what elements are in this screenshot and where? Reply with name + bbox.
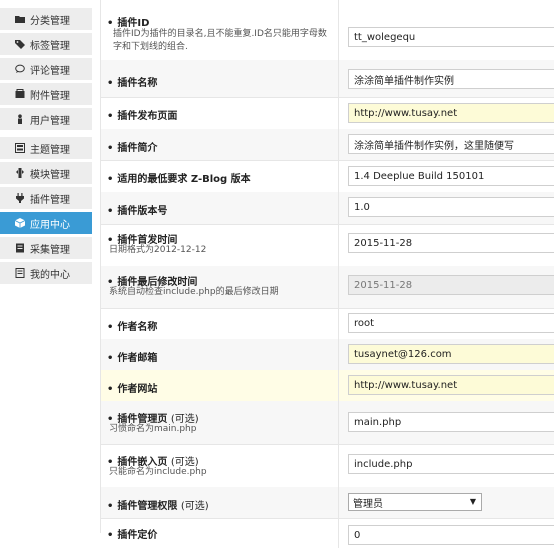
attachment-icon bbox=[14, 88, 26, 100]
permission-select[interactable]: 管理员 ▼ bbox=[348, 493, 482, 511]
version-input[interactable]: 1.0 bbox=[348, 197, 554, 217]
sidebar-item-label: 主题管理 bbox=[30, 144, 70, 156]
sidebar-item-collect[interactable]: 采集管理 bbox=[0, 237, 92, 259]
sidebar-item-attachments[interactable]: 附件管理 bbox=[0, 83, 92, 105]
sidebar-item-app-center[interactable]: 应用中心 bbox=[0, 212, 92, 234]
optional-tag: (可选) bbox=[180, 501, 209, 512]
sidebar-item-themes[interactable]: 主题管理 bbox=[0, 137, 92, 159]
row-priority: • 插件定价 0 bbox=[101, 518, 554, 548]
theme-icon bbox=[14, 142, 26, 154]
sidebar-item-tags[interactable]: 标签管理 bbox=[0, 33, 92, 55]
first-release-input[interactable]: 2015-11-28 bbox=[348, 233, 554, 253]
author-name-input[interactable]: root bbox=[348, 313, 554, 333]
row-plugin-name: • 插件名称 涂涂简单插件制作实例 bbox=[101, 60, 554, 98]
sidebar-item-label: 模块管理 bbox=[30, 169, 70, 181]
label-version: 插件版本号 bbox=[117, 206, 168, 217]
sidebar-item-plugins[interactable]: 插件管理 bbox=[0, 187, 92, 209]
sidebar-item-label: 标签管理 bbox=[30, 40, 70, 52]
sidebar-item-category[interactable]: 分类管理 bbox=[0, 8, 92, 30]
row-embed-page: • 插件嵌入页 (可选) 只能命名为include.php include.php bbox=[101, 444, 554, 488]
intro-input[interactable]: 涂涂简单插件制作实例，这里随便写 bbox=[348, 134, 554, 154]
row-last-modified: • 插件最后修改时间 系统自动检查include.php的最后修改日期 2015-… bbox=[101, 266, 554, 309]
label-publish-page: 插件发布页面 bbox=[117, 111, 178, 122]
label-author-name: 作者名称 bbox=[117, 322, 158, 333]
label-priority: 插件定价 bbox=[117, 530, 158, 541]
sidebar-item-label: 用户管理 bbox=[30, 115, 70, 127]
row-plugin-id: • 插件ID 插件ID为插件的目录名,且不能重复.ID名只能用字母数字和下划线的组… bbox=[101, 0, 554, 61]
chevron-down-icon: ▼ bbox=[469, 497, 476, 506]
desc-manage-page: 习惯命名为main.php bbox=[109, 424, 197, 434]
author-email-input[interactable]: tusaynet@126.com bbox=[348, 344, 554, 364]
folder-icon bbox=[14, 13, 26, 25]
permission-select-value: 管理员 bbox=[353, 498, 383, 510]
sidebar-item-comments[interactable]: 评论管理 bbox=[0, 58, 92, 80]
sidebar-item-label: 插件管理 bbox=[30, 194, 70, 206]
sidebar: 分类管理 标签管理 评论管理 附件管理 用户管理 主题管理 模块管理 插件管理 … bbox=[0, 0, 92, 533]
author-site-input[interactable]: http://www.tusay.net bbox=[348, 375, 554, 395]
plugin-id-input[interactable]: tt_wolegequ bbox=[348, 27, 554, 47]
min-version-input[interactable]: 1.4 Deeplue Build 150101 bbox=[348, 166, 554, 186]
row-intro: • 插件简介 涂涂简单插件制作实例，这里随便写 bbox=[101, 129, 554, 161]
desc-first-release: 日期格式为2012-12-12 bbox=[109, 245, 207, 255]
row-author-name: • 作者名称 root bbox=[101, 308, 554, 340]
row-author-email: • 作者邮箱 tusaynet@126.com bbox=[101, 339, 554, 371]
label-intro: 插件简介 bbox=[117, 143, 158, 154]
row-min-version: • 适用的最低要求 Z-Blog 版本 1.4 Deeplue Build 150… bbox=[101, 160, 554, 193]
row-permission: • 插件管理权限 (可选) 管理员 ▼ bbox=[101, 487, 554, 519]
sidebar-item-users[interactable]: 用户管理 bbox=[0, 108, 92, 130]
plugin-form: • 插件ID 插件ID为插件的目录名,且不能重复.ID名只能用字母数字和下划线的组… bbox=[100, 0, 554, 548]
comment-icon bbox=[14, 63, 26, 75]
plugin-icon bbox=[14, 192, 26, 204]
row-publish-page: • 插件发布页面 http://www.tusay.net bbox=[101, 97, 554, 130]
my-center-icon bbox=[14, 267, 26, 279]
user-icon bbox=[14, 113, 26, 125]
desc-last-modified: 系统自动检查include.php的最后修改日期 bbox=[109, 287, 279, 297]
row-manage-page: • 插件管理页 (可选) 习惯命名为main.php main.php bbox=[101, 401, 554, 445]
sidebar-item-my-center[interactable]: 我的中心 bbox=[0, 262, 92, 284]
module-icon bbox=[14, 167, 26, 179]
sidebar-item-label: 附件管理 bbox=[30, 90, 70, 102]
publish-page-input[interactable]: http://www.tusay.net bbox=[348, 103, 554, 123]
label-permission: 插件管理权限 bbox=[117, 501, 178, 512]
desc-embed-page: 只能命名为include.php bbox=[109, 467, 207, 477]
plugin-name-input[interactable]: 涂涂简单插件制作实例 bbox=[348, 69, 554, 89]
sidebar-item-label: 采集管理 bbox=[30, 244, 70, 256]
row-version: • 插件版本号 1.0 bbox=[101, 192, 554, 225]
sidebar-item-modules[interactable]: 模块管理 bbox=[0, 162, 92, 184]
label-min-version: 适用的最低要求 Z-Blog 版本 bbox=[117, 174, 251, 185]
label-plugin-name: 插件名称 bbox=[117, 78, 158, 89]
desc-plugin-id: 插件ID为插件的目录名,且不能重复.ID名只能用字母数字和下划线的组合. bbox=[113, 29, 327, 52]
sidebar-item-label: 评论管理 bbox=[30, 65, 70, 77]
tag-icon bbox=[14, 38, 26, 50]
embed-page-input[interactable]: include.php bbox=[348, 454, 554, 474]
label-author-email: 作者邮箱 bbox=[117, 353, 158, 364]
last-modified-input: 2015-11-28 bbox=[348, 275, 554, 295]
row-first-release: • 插件首发时间 日期格式为2012-12-12 2015-11-28 bbox=[101, 224, 554, 267]
sidebar-item-label: 分类管理 bbox=[30, 15, 70, 27]
sidebar-item-label: 应用中心 bbox=[30, 219, 70, 231]
row-author-site: • 作者网站 http://www.tusay.net bbox=[101, 370, 554, 402]
collect-icon bbox=[14, 242, 26, 254]
priority-input[interactable]: 0 bbox=[348, 525, 554, 545]
manage-page-input[interactable]: main.php bbox=[348, 412, 554, 432]
sidebar-item-label: 我的中心 bbox=[30, 269, 70, 281]
label-author-site: 作者网站 bbox=[117, 384, 158, 395]
app-center-icon bbox=[14, 217, 26, 229]
